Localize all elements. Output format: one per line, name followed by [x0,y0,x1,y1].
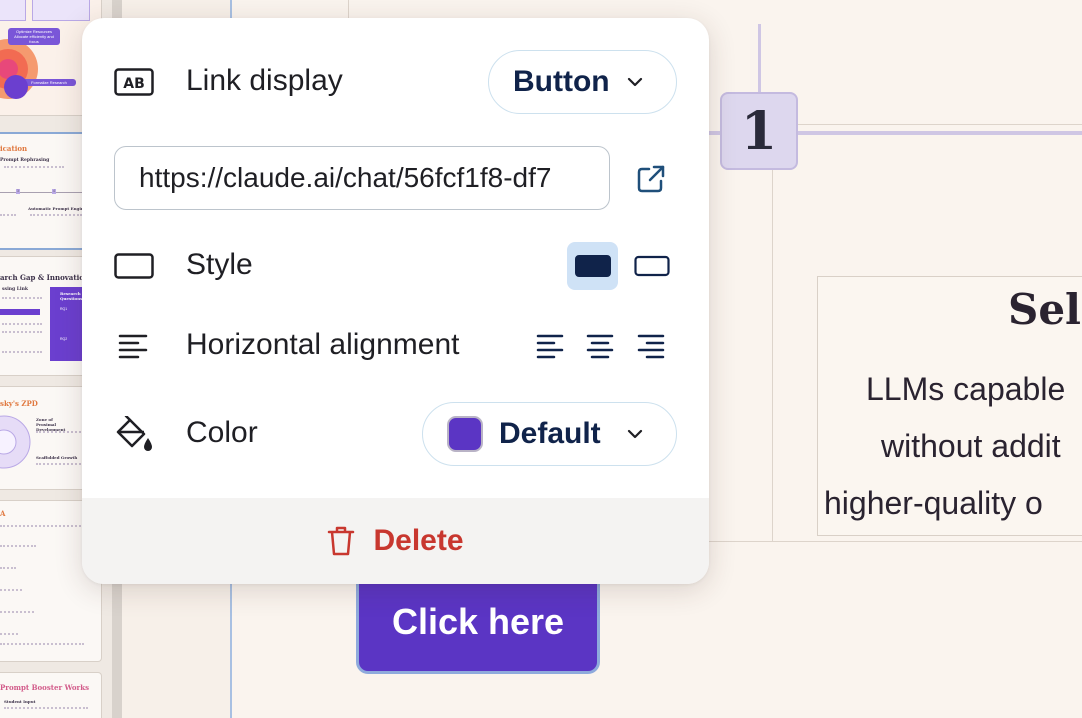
connector-line [798,131,1082,135]
thumb-pill-label: Formalize Research [31,80,67,85]
thumb-box [32,0,90,21]
thumb-highlight [0,309,40,315]
thumb-step: 4 [52,189,56,194]
thumb-pill: Optimize Resources Allocate efficiently … [8,28,60,45]
thumb-title: arch Gap & Innovation [0,273,89,282]
paint-bucket-icon [114,414,154,454]
link-display-icon: AB [114,62,154,102]
color-swatch [447,416,483,452]
alignment-label: Horizontal alignment [186,328,460,361]
canvas-divider [772,142,773,542]
align-center-icon [586,334,614,359]
link-display-value: Button [513,65,610,98]
thumb-text [0,525,84,528]
thumb-text [0,545,36,548]
connector-line [758,24,761,94]
thumb-text [36,431,84,443]
canvas-divider [798,124,1082,125]
thumb-rq: RQ2 [60,337,68,341]
thumb-text [0,214,16,228]
align-icon [114,326,154,366]
filled-button-icon [574,255,611,277]
thumb-text [2,331,42,353]
thumb-pill: Formalize Research [22,79,76,86]
style-filled-button[interactable] [567,242,618,290]
thumb-text [30,214,82,228]
slide-thumbnail[interactable]: Prompt Booster Works Student Input [0,672,102,718]
thumb-text [0,589,22,592]
thumb-title: sky's ZPD [0,399,38,408]
open-link-button[interactable] [630,158,672,200]
text-box-line: without addit [881,428,1061,464]
thumb-zone-label: Zone of Proximal Development [36,417,66,432]
thumb-heading: Prompt Rephrasing [0,158,50,163]
text-box-line: LLMs capable [866,371,1066,407]
align-right-button[interactable] [631,324,671,368]
color-select[interactable]: Default [422,402,677,466]
thumb-rq: RQ1 [60,307,68,311]
trash-icon [328,526,355,556]
align-right-icon [637,334,665,359]
thumb-text [36,463,84,475]
url-input[interactable] [114,146,610,210]
align-center-button[interactable] [580,324,620,368]
link-display-select[interactable]: Button [488,50,677,114]
thumb-title: ication [0,144,28,153]
delete-label: Delete [373,524,464,557]
color-value: Default [499,417,601,450]
zpd-circle-graphic [0,415,31,469]
thumb-title: A [0,509,6,518]
thumb-heading: ssing Link [2,287,29,292]
step-number-badge[interactable]: 1 [720,92,798,170]
thumb-text [0,643,84,646]
thumb-dot [4,75,28,99]
align-left-button[interactable] [530,324,570,368]
chevron-down-icon [627,429,643,439]
svg-text:AB: AB [123,76,145,92]
style-label: Style [186,248,253,281]
thumb-text [0,611,34,614]
thumb-pill-sub: Allocate efficiently and focus [14,34,54,44]
delete-button[interactable]: Delete [327,524,464,558]
text-box-title: Self [1008,285,1082,334]
link-display-label: Link display [186,64,343,97]
thumb-text [0,567,16,570]
thumb-scaffold-label: Scaffolded Growth [36,455,78,460]
outline-button-icon [633,255,670,277]
thumb-text [4,166,64,182]
popover-footer: Delete [82,498,709,584]
link-settings-popover: AB Link display Button Style Horizontal … [82,18,709,584]
color-label: Color [186,416,258,449]
text-box-line: higher-quality o [824,485,1043,521]
canvas-divider [348,0,349,18]
thumb-step: 3 [16,189,20,194]
align-left-icon [536,334,564,359]
external-link-icon [637,165,665,193]
slide-text-box[interactable]: Self LLMs capable without addit higher-q… [817,276,1082,536]
thumb-text [0,633,18,636]
link-button-element[interactable]: Click here [356,570,600,674]
style-outline-button[interactable] [626,242,677,290]
thumb-subheading: Student Input [4,699,36,704]
thumb-text [4,707,88,710]
thumb-box [0,0,26,21]
thumb-title: Prompt Booster Works [0,683,90,692]
style-icon [114,246,154,286]
chevron-down-icon [627,77,643,87]
